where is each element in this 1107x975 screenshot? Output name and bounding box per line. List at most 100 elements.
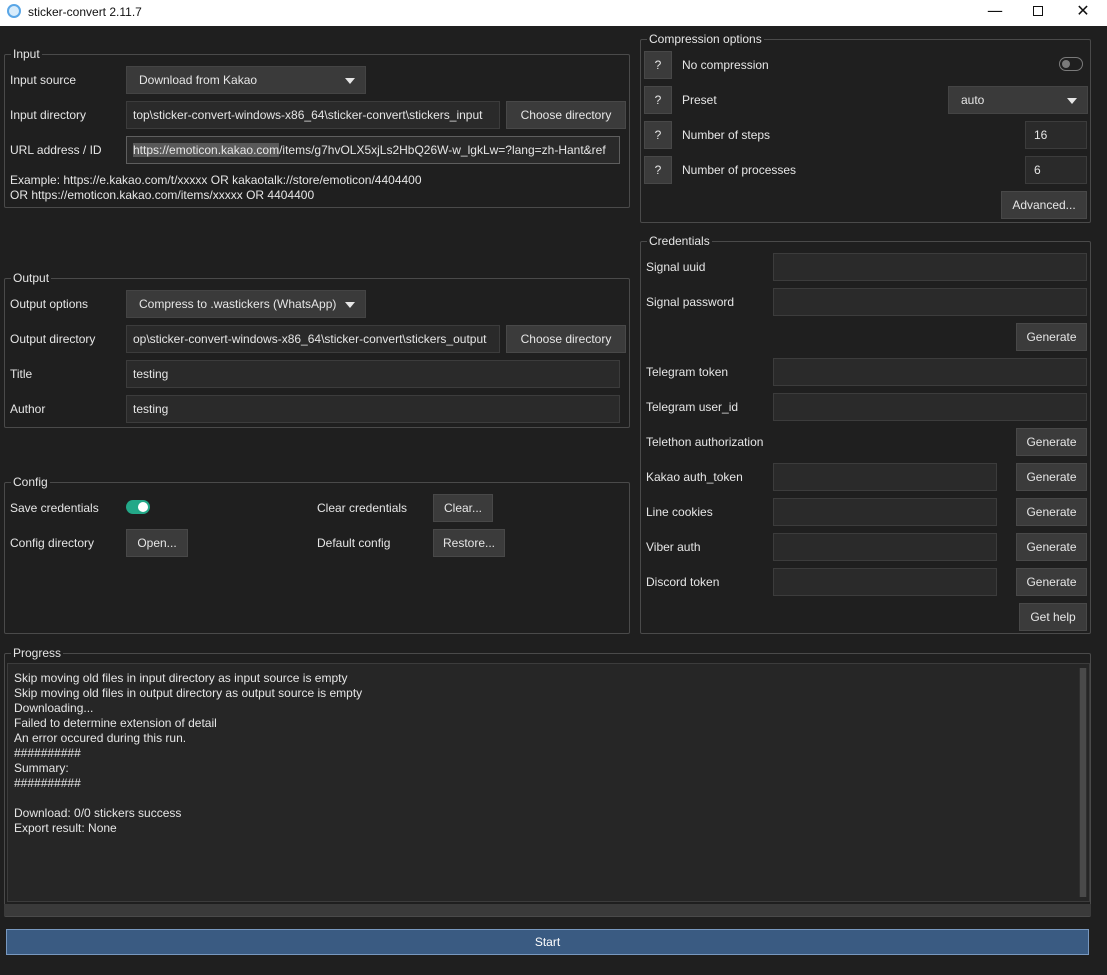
advanced-button[interactable]: Advanced... bbox=[1001, 191, 1087, 219]
default-config-label: Default config bbox=[317, 536, 391, 550]
progress-bar bbox=[4, 904, 1091, 916]
kakao-generate-button[interactable]: Generate bbox=[1016, 463, 1087, 491]
clear-credentials-label: Clear credentials bbox=[317, 501, 408, 515]
viber-auth-label: Viber auth bbox=[646, 540, 701, 554]
toggle-knob bbox=[138, 502, 148, 512]
telethon-label: Telethon authorization bbox=[646, 435, 764, 449]
discord-generate-button[interactable]: Generate bbox=[1016, 568, 1087, 596]
signal-uuid-label: Signal uuid bbox=[646, 260, 706, 274]
input-hint-line-1: Example: https://e.kakao.com/t/xxxxx OR … bbox=[10, 173, 422, 187]
viber-auth-field[interactable] bbox=[773, 533, 997, 561]
log-lines: Skip moving old files in input directory… bbox=[14, 671, 362, 836]
url-label: URL address / ID bbox=[10, 143, 102, 157]
output-options-value: Compress to .wastickers (WhatsApp) bbox=[139, 297, 337, 311]
processes-help-button[interactable]: ? bbox=[644, 156, 672, 184]
output-choose-directory-button[interactable]: Choose directory bbox=[506, 325, 626, 353]
progress-log[interactable]: Skip moving old files in input directory… bbox=[7, 663, 1090, 902]
config-legend: Config bbox=[11, 475, 50, 489]
no-compression-label: No compression bbox=[682, 58, 769, 72]
no-compression-toggle[interactable] bbox=[1059, 57, 1083, 71]
clear-credentials-button[interactable]: Clear... bbox=[433, 494, 493, 522]
output-legend: Output bbox=[11, 271, 52, 285]
line-generate-button[interactable]: Generate bbox=[1016, 498, 1087, 526]
maximize-icon bbox=[1033, 6, 1043, 16]
preset-label: Preset bbox=[682, 93, 717, 107]
start-button[interactable]: Start bbox=[6, 929, 1089, 955]
toggle-knob bbox=[1062, 60, 1070, 68]
save-credentials-label: Save credentials bbox=[10, 501, 99, 515]
output-directory-field[interactable]: op\sticker-convert-windows-x86_64\sticke… bbox=[126, 325, 500, 353]
telegram-token-field[interactable] bbox=[773, 358, 1087, 386]
kakao-auth-label: Kakao auth_token bbox=[646, 470, 743, 484]
url-field[interactable]: https://emoticon.kakao.com/items/g7hvOLX… bbox=[126, 136, 620, 164]
no-compression-help-button[interactable]: ? bbox=[644, 51, 672, 79]
input-source-label: Input source bbox=[10, 73, 77, 87]
signal-generate-button[interactable]: Generate bbox=[1016, 323, 1087, 351]
log-scrollbar[interactable] bbox=[1079, 668, 1087, 897]
preset-select[interactable]: auto bbox=[948, 86, 1088, 114]
input-directory-field[interactable]: top\sticker-convert-windows-x86_64\stick… bbox=[126, 101, 500, 129]
input-source-value: Download from Kakao bbox=[139, 73, 258, 87]
log-scrollbar-thumb[interactable] bbox=[1080, 668, 1086, 897]
steps-label: Number of steps bbox=[682, 128, 771, 142]
input-hint-line-2: OR https://emoticon.kakao.com/items/xxxx… bbox=[10, 188, 315, 202]
input-source-select[interactable]: Download from Kakao bbox=[126, 66, 366, 94]
get-help-button[interactable]: Get help bbox=[1019, 603, 1087, 631]
preset-help-button[interactable]: ? bbox=[644, 86, 672, 114]
steps-spinbox[interactable]: 16 bbox=[1025, 121, 1087, 149]
telegram-userid-label: Telegram user_id bbox=[646, 400, 739, 414]
viber-generate-button[interactable]: Generate bbox=[1016, 533, 1087, 561]
title-bar: sticker-convert 2.11.7 — ✕ bbox=[0, 0, 1107, 26]
log-line: Download: 0/0 stickers success bbox=[14, 806, 182, 820]
log-line: Failed to determine extension of detail bbox=[14, 716, 217, 730]
log-line: Skip moving old files in output director… bbox=[14, 686, 363, 700]
discord-token-field[interactable] bbox=[773, 568, 997, 596]
log-line: Downloading... bbox=[14, 701, 94, 715]
output-options-select[interactable]: Compress to .wastickers (WhatsApp) bbox=[126, 290, 366, 318]
log-line: An error occured during this run. bbox=[14, 731, 187, 745]
input-choose-directory-button[interactable]: Choose directory bbox=[506, 101, 626, 129]
url-selected-text: https://emoticon.kakao.com bbox=[133, 143, 280, 157]
close-button[interactable]: ✕ bbox=[1060, 0, 1106, 24]
open-config-button[interactable]: Open... bbox=[126, 529, 188, 557]
chevron-down-icon bbox=[345, 78, 355, 84]
log-line: Skip moving old files in input directory… bbox=[14, 671, 348, 685]
steps-help-button[interactable]: ? bbox=[644, 121, 672, 149]
processes-label: Number of processes bbox=[682, 163, 797, 177]
app-icon bbox=[7, 4, 21, 18]
line-cookies-field[interactable] bbox=[773, 498, 997, 526]
signal-password-label: Signal password bbox=[646, 295, 735, 309]
maximize-button[interactable] bbox=[1015, 0, 1061, 24]
compression-legend: Compression options bbox=[647, 32, 764, 46]
signal-password-field[interactable] bbox=[773, 288, 1087, 316]
discord-token-label: Discord token bbox=[646, 575, 720, 589]
log-line: Export result: None bbox=[14, 821, 117, 835]
output-options-label: Output options bbox=[10, 297, 89, 311]
log-line: ########## bbox=[14, 746, 81, 760]
minimize-button[interactable]: — bbox=[972, 0, 1018, 24]
credentials-legend: Credentials bbox=[647, 234, 712, 248]
preset-value: auto bbox=[961, 93, 985, 107]
save-credentials-toggle[interactable] bbox=[126, 500, 150, 514]
config-directory-label: Config directory bbox=[10, 536, 95, 550]
chevron-down-icon bbox=[345, 302, 355, 308]
progress-legend: Progress bbox=[11, 646, 64, 660]
input-directory-label: Input directory bbox=[10, 108, 87, 122]
log-line: Summary: bbox=[14, 761, 69, 775]
processes-spinbox[interactable]: 6 bbox=[1025, 156, 1087, 184]
title-field[interactable]: testing bbox=[126, 360, 620, 388]
url-text: /items/g7hvOLX5xjLs2HbQ26W-w_lgkLw=?lang… bbox=[279, 143, 606, 157]
restore-config-button[interactable]: Restore... bbox=[433, 529, 505, 557]
kakao-auth-field[interactable] bbox=[773, 463, 997, 491]
window-title: sticker-convert 2.11.7 bbox=[28, 5, 142, 19]
title-label: Title bbox=[10, 367, 33, 381]
telethon-generate-button[interactable]: Generate bbox=[1016, 428, 1087, 456]
author-field[interactable]: testing bbox=[126, 395, 620, 423]
line-cookies-label: Line cookies bbox=[646, 505, 713, 519]
output-directory-label: Output directory bbox=[10, 332, 96, 346]
author-label: Author bbox=[10, 402, 46, 416]
chevron-down-icon bbox=[1067, 98, 1077, 104]
signal-uuid-field[interactable] bbox=[773, 253, 1087, 281]
telegram-userid-field[interactable] bbox=[773, 393, 1087, 421]
input-legend: Input bbox=[11, 47, 42, 61]
